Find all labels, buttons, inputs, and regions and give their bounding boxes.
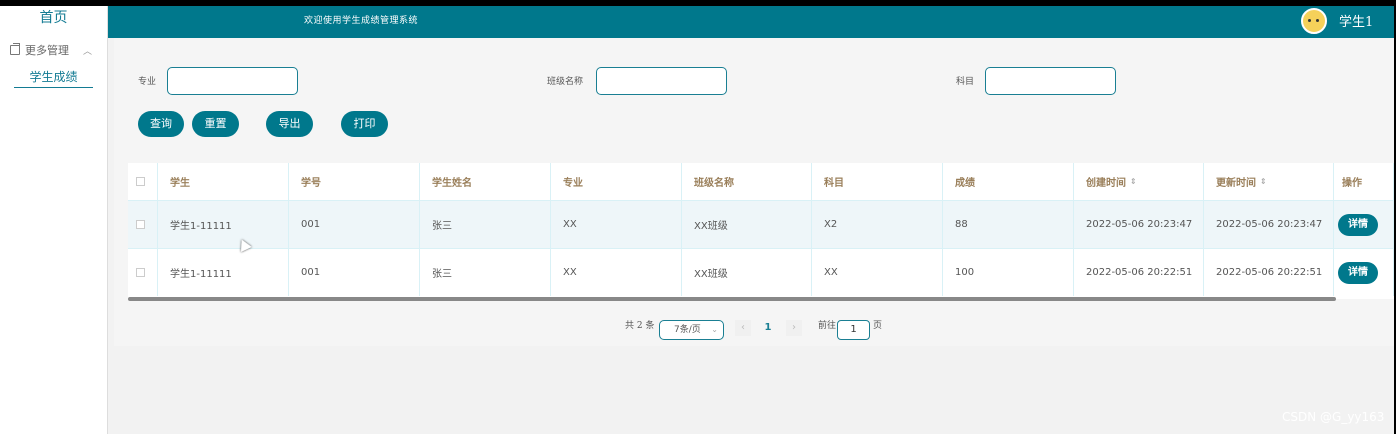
goto-label: 前往 <box>818 321 837 331</box>
export-button[interactable]: 导出 <box>266 111 313 137</box>
cell-student-name: 张三 <box>420 249 551 296</box>
cell-created-time: 2022-05-06 20:22:51 <box>1074 249 1204 296</box>
column-header: 科目 <box>812 163 943 200</box>
cell-subject: XX <box>812 249 943 296</box>
sort-icon[interactable]: ⇕ <box>1260 177 1267 186</box>
scores-table: 学生 学号 学生姓名 专业 班级名称 科目 成绩 创建时间 ⇕ 更新时间 ⇕ 操作 … <box>128 163 1394 299</box>
column-header: 成绩 <box>943 163 1074 200</box>
chevron-down-icon: ⌄ <box>711 325 718 334</box>
subject-input[interactable] <box>985 67 1116 95</box>
sidebar-item-student-scores[interactable]: 学生成绩 <box>14 68 93 88</box>
cell-student: 学生1-11111 <box>158 249 289 296</box>
username[interactable]: 学生1 <box>1339 11 1373 30</box>
detail-button[interactable]: 详情 <box>1338 213 1378 236</box>
cell-subject: X2 <box>812 201 943 248</box>
page-size-value: 7条/页 <box>674 325 701 335</box>
column-header: 班级名称 <box>682 163 812 200</box>
column-header: 专业 <box>551 163 682 200</box>
column-header: 学生姓名 <box>420 163 551 200</box>
select-all-checkbox[interactable] <box>136 177 145 186</box>
print-button[interactable]: 打印 <box>341 111 388 137</box>
major-input[interactable] <box>167 67 298 95</box>
content-panel: 专业 班级名称 科目 查询 重置 导出 打印 学生 学号 学生姓名 专业 班级名… <box>114 38 1394 346</box>
table-row: 学生1-11111 001 张三 XX XX班级 X2 88 2022-05-0… <box>128 201 1394 249</box>
cell-major: XX <box>551 249 682 296</box>
row-select-cell <box>128 249 158 296</box>
cell-created-time: 2022-05-06 20:23:47 <box>1074 201 1204 248</box>
cell-student-no: 001 <box>289 249 420 296</box>
column-header-label: 创建时间 <box>1086 178 1126 189</box>
top-header: 欢迎使用学生成绩管理系统 学生1 <box>108 6 1394 38</box>
cell-student: 学生1-11111 <box>158 201 289 248</box>
subject-label: 科目 <box>956 77 975 87</box>
cell-class-name: XX班级 <box>682 249 812 296</box>
class-name-label: 班级名称 <box>547 77 584 87</box>
sidebar: 首页 更多管理 ︿ 学生成绩 <box>0 6 108 434</box>
reset-button[interactable]: 重置 <box>192 111 239 137</box>
cell-actions: 详情 <box>1334 201 1394 248</box>
column-header: 操作 <box>1334 163 1394 200</box>
cell-score: 100 <box>943 249 1074 296</box>
cell-score: 88 <box>943 201 1074 248</box>
table-row: 学生1-11111 001 张三 XX XX班级 XX 100 2022-05-… <box>128 249 1394 296</box>
pagination-total: 共 2 条 <box>625 321 655 331</box>
select-all-cell <box>128 163 158 200</box>
column-header-label: 更新时间 <box>1216 178 1256 189</box>
watermark: CSDN @G_yy163 <box>1282 410 1385 424</box>
cell-class-name: XX班级 <box>682 201 812 248</box>
column-header: 学生 <box>158 163 289 200</box>
app-frame: 首页 更多管理 ︿ 学生成绩 欢迎使用学生成绩管理系统 学生1 专业 班级名称 … <box>0 6 1394 434</box>
sidebar-group-more[interactable]: 更多管理 ︿ <box>0 38 107 62</box>
row-select-cell <box>128 201 158 248</box>
cell-actions: 详情 <box>1334 249 1394 296</box>
cell-updated-time: 2022-05-06 20:23:47 <box>1204 201 1334 248</box>
sidebar-group-label: 更多管理 <box>25 44 69 57</box>
page-size-select[interactable]: 7条/页 ⌄ <box>659 320 724 340</box>
prev-page-button[interactable]: ‹ <box>735 320 751 336</box>
cell-updated-time: 2022-05-06 20:22:51 <box>1204 249 1334 296</box>
detail-button[interactable]: 详情 <box>1338 261 1378 284</box>
system-title: 欢迎使用学生成绩管理系统 <box>304 16 419 26</box>
class-name-input[interactable] <box>596 67 727 95</box>
page-number-current[interactable]: 1 <box>758 320 778 336</box>
page-suffix-label: 页 <box>873 321 883 331</box>
table-header-row: 学生 学号 学生姓名 专业 班级名称 科目 成绩 创建时间 ⇕ 更新时间 ⇕ 操作 <box>128 163 1394 201</box>
created-time-header[interactable]: 创建时间 ⇕ <box>1074 163 1204 200</box>
updated-time-header[interactable]: 更新时间 ⇕ <box>1204 163 1334 200</box>
major-label: 专业 <box>138 77 157 87</box>
cell-student-name: 张三 <box>420 201 551 248</box>
horizontal-scrollbar[interactable] <box>128 297 1336 301</box>
next-page-button[interactable]: › <box>786 320 802 336</box>
cell-major: XX <box>551 201 682 248</box>
cell-student-no: 001 <box>289 201 420 248</box>
row-checkbox[interactable] <box>136 268 145 277</box>
query-button[interactable]: 查询 <box>138 111 184 137</box>
copy-icon <box>10 43 20 55</box>
column-header: 学号 <box>289 163 420 200</box>
sidebar-home-link[interactable]: 首页 <box>0 6 107 38</box>
avatar[interactable] <box>1301 8 1327 34</box>
goto-page-input[interactable]: 1 <box>837 320 870 340</box>
row-checkbox[interactable] <box>136 220 145 229</box>
sort-icon[interactable]: ⇕ <box>1130 177 1137 186</box>
chevron-up-icon: ︿ <box>83 46 93 57</box>
